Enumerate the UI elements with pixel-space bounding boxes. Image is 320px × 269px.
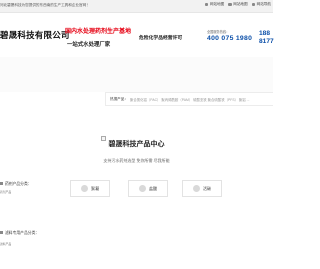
flocculant-icon — [81, 185, 88, 192]
hotline-number[interactable]: 400 075 1980 — [207, 35, 252, 42]
company-name[interactable]: 碧晟科技有限公司 — [0, 29, 70, 41]
slogan-black: 一站式水处理厂家 — [67, 42, 111, 48]
category-icon — [0, 231, 3, 234]
sitemap-icon — [228, 2, 232, 7]
hotline-label: 全国服务热线： — [207, 30, 230, 34]
category-heading-filter-media[interactable]: 滤料专用产品分类： — [0, 231, 39, 236]
filter-button-carbon[interactable]: 活碳 — [182, 180, 222, 197]
nav-icon — [251, 2, 256, 7]
license-text: 危险化学品经营许可 — [139, 36, 183, 41]
category-icon — [0, 182, 3, 185]
product-center-title: 碧晟科技产品中心 — [108, 141, 165, 148]
acid-icon — [139, 185, 146, 192]
hotline: 全国服务热线： 400 075 1980 — [207, 29, 252, 42]
hot-search-label: 热搜产品： — [110, 96, 128, 101]
product-center-subtitle: 支持污水药剂选型 免你所需 尽我所能 — [103, 158, 170, 163]
banner-area — [0, 57, 273, 92]
slogan-red: 国内水处理药剂生产基地 — [65, 29, 132, 35]
category-sub-filter-media: 滤料产品 — [0, 242, 12, 246]
top-link-map[interactable]: 网站地图 — [204, 2, 224, 7]
site-header: 碧晟科技有限公司 国内水处理药剂生产基地 一站式水处理厂家 危险化学品经营许可 … — [0, 13, 274, 57]
hot-search-words[interactable]: 聚合氯化铝（PAC） 聚丙烯酰胺（PAM） 硫酸亚铁 聚合硫酸铁（PFS） 聚铝… — [130, 97, 250, 102]
hot-search-bar: 热搜产品： 聚合氯化铝（PAC） 聚丙烯酰胺（PAM） 硫酸亚铁 聚合硫酸铁（P… — [105, 92, 273, 106]
top-links: 网站地图 网站地图 网站导航 — [204, 2, 271, 7]
category-heading-chemicals[interactable]: 药剂产品分类： — [0, 182, 32, 187]
top-bar: 河北碧晟科技为您提供的东西南的生产工具和企业官网！ 网站地图 网站地图 网站导航 — [0, 0, 273, 13]
top-link-sitemap[interactable]: 网站地图 — [228, 2, 248, 7]
map-icon — [204, 2, 209, 7]
filter-button-hydrochloric[interactable]: 盐酸 — [128, 180, 168, 197]
category-sub-chemicals: 药剂产品 — [0, 190, 12, 194]
carbon-icon — [193, 185, 200, 192]
mobile-number[interactable]: 188 8177 — [259, 30, 274, 46]
top-link-nav[interactable]: 网站导航 — [251, 2, 271, 7]
welcome-text: 河北碧晟科技为您提供的东西南的生产工具和企业官网！ — [0, 3, 90, 7]
filter-button-flocculant[interactable]: 絮凝 — [70, 180, 110, 197]
